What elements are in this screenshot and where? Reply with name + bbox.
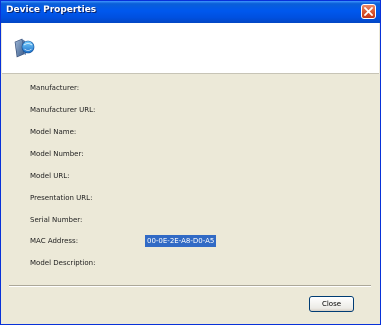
dialog-header: [2, 23, 379, 74]
property-row-model-number: Model Number:: [1, 147, 380, 161]
close-icon: [364, 7, 373, 16]
property-label: Model Description:: [30, 259, 96, 267]
device-properties-window: Device Properties Manufacturer: Manufact…: [0, 0, 381, 325]
close-button[interactable]: Close: [309, 296, 354, 312]
property-row-model-url: Model URL:: [1, 169, 380, 183]
footer-divider: [9, 285, 371, 287]
network-device-icon: [14, 38, 35, 58]
property-label: Model Number:: [30, 150, 84, 158]
property-label: Model URL:: [30, 172, 70, 180]
property-row-model-name: Model Name:: [1, 125, 380, 139]
window-title: Device Properties: [6, 5, 97, 15]
mac-address-value[interactable]: 00-0E-2E-A8-D0-A5: [145, 235, 217, 247]
property-row-manufacturer: Manufacturer:: [1, 81, 380, 95]
property-label: Model Name:: [30, 128, 77, 136]
property-label: Manufacturer:: [30, 84, 80, 92]
property-row-presentation-url: Presentation URL:: [1, 191, 380, 205]
title-close-button[interactable]: [361, 4, 376, 19]
property-label: MAC Address:: [30, 237, 79, 245]
property-row-serial-number: Serial Number:: [1, 213, 380, 227]
property-row-mac-address: MAC Address: 00-0E-2E-A8-D0-A5: [1, 234, 380, 248]
property-label: Serial Number:: [30, 216, 83, 224]
property-label: Manufacturer URL:: [30, 106, 96, 114]
property-label: Presentation URL:: [30, 194, 93, 202]
property-row-manufacturer-url: Manufacturer URL:: [1, 103, 380, 117]
property-row-model-description: Model Description:: [1, 256, 380, 270]
title-bar[interactable]: Device Properties: [1, 1, 380, 23]
